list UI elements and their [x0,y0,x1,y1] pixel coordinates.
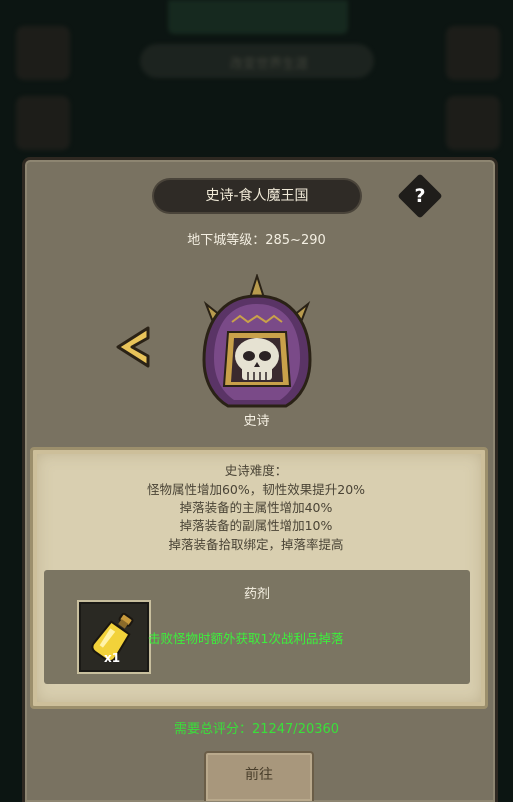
background-banner-text: 改变世界生涯 [230,57,309,72]
description-line: 掉落装备拾取绑定，掉落率提高 [168,537,344,552]
difficulty-label: 史诗 [243,414,270,429]
description-line: 史诗难度： [224,463,288,478]
required-score: 需要总评分：21247/20360 [173,722,340,737]
chevron-left-icon[interactable] [114,326,154,368]
background-icon [446,26,500,80]
description-line: 怪物属性增加60%，韧性效果提升20% [146,482,366,497]
potion-count: x1 [104,651,121,665]
dialog-title: 史诗-食人魔王国 [154,180,360,212]
background-icon [446,96,500,150]
background-icon [16,96,70,150]
help-icon[interactable]: ? [404,180,436,212]
potion-effect: 击败怪物时额外获取1次战利品掉落 [148,631,344,646]
skull-helmet-icon [202,274,312,408]
background-ui: 改变世界生涯 [0,0,513,160]
go-button[interactable]: 前往 [204,751,314,801]
description-line: 掉落装备的副属性增加10% [179,518,333,533]
background-top-bar [168,0,348,34]
background-icon [16,26,70,80]
description-line: 掉落装备的主属性增加40% [179,500,333,515]
dungeon-level: 地下城等级：285~290 [187,233,326,248]
